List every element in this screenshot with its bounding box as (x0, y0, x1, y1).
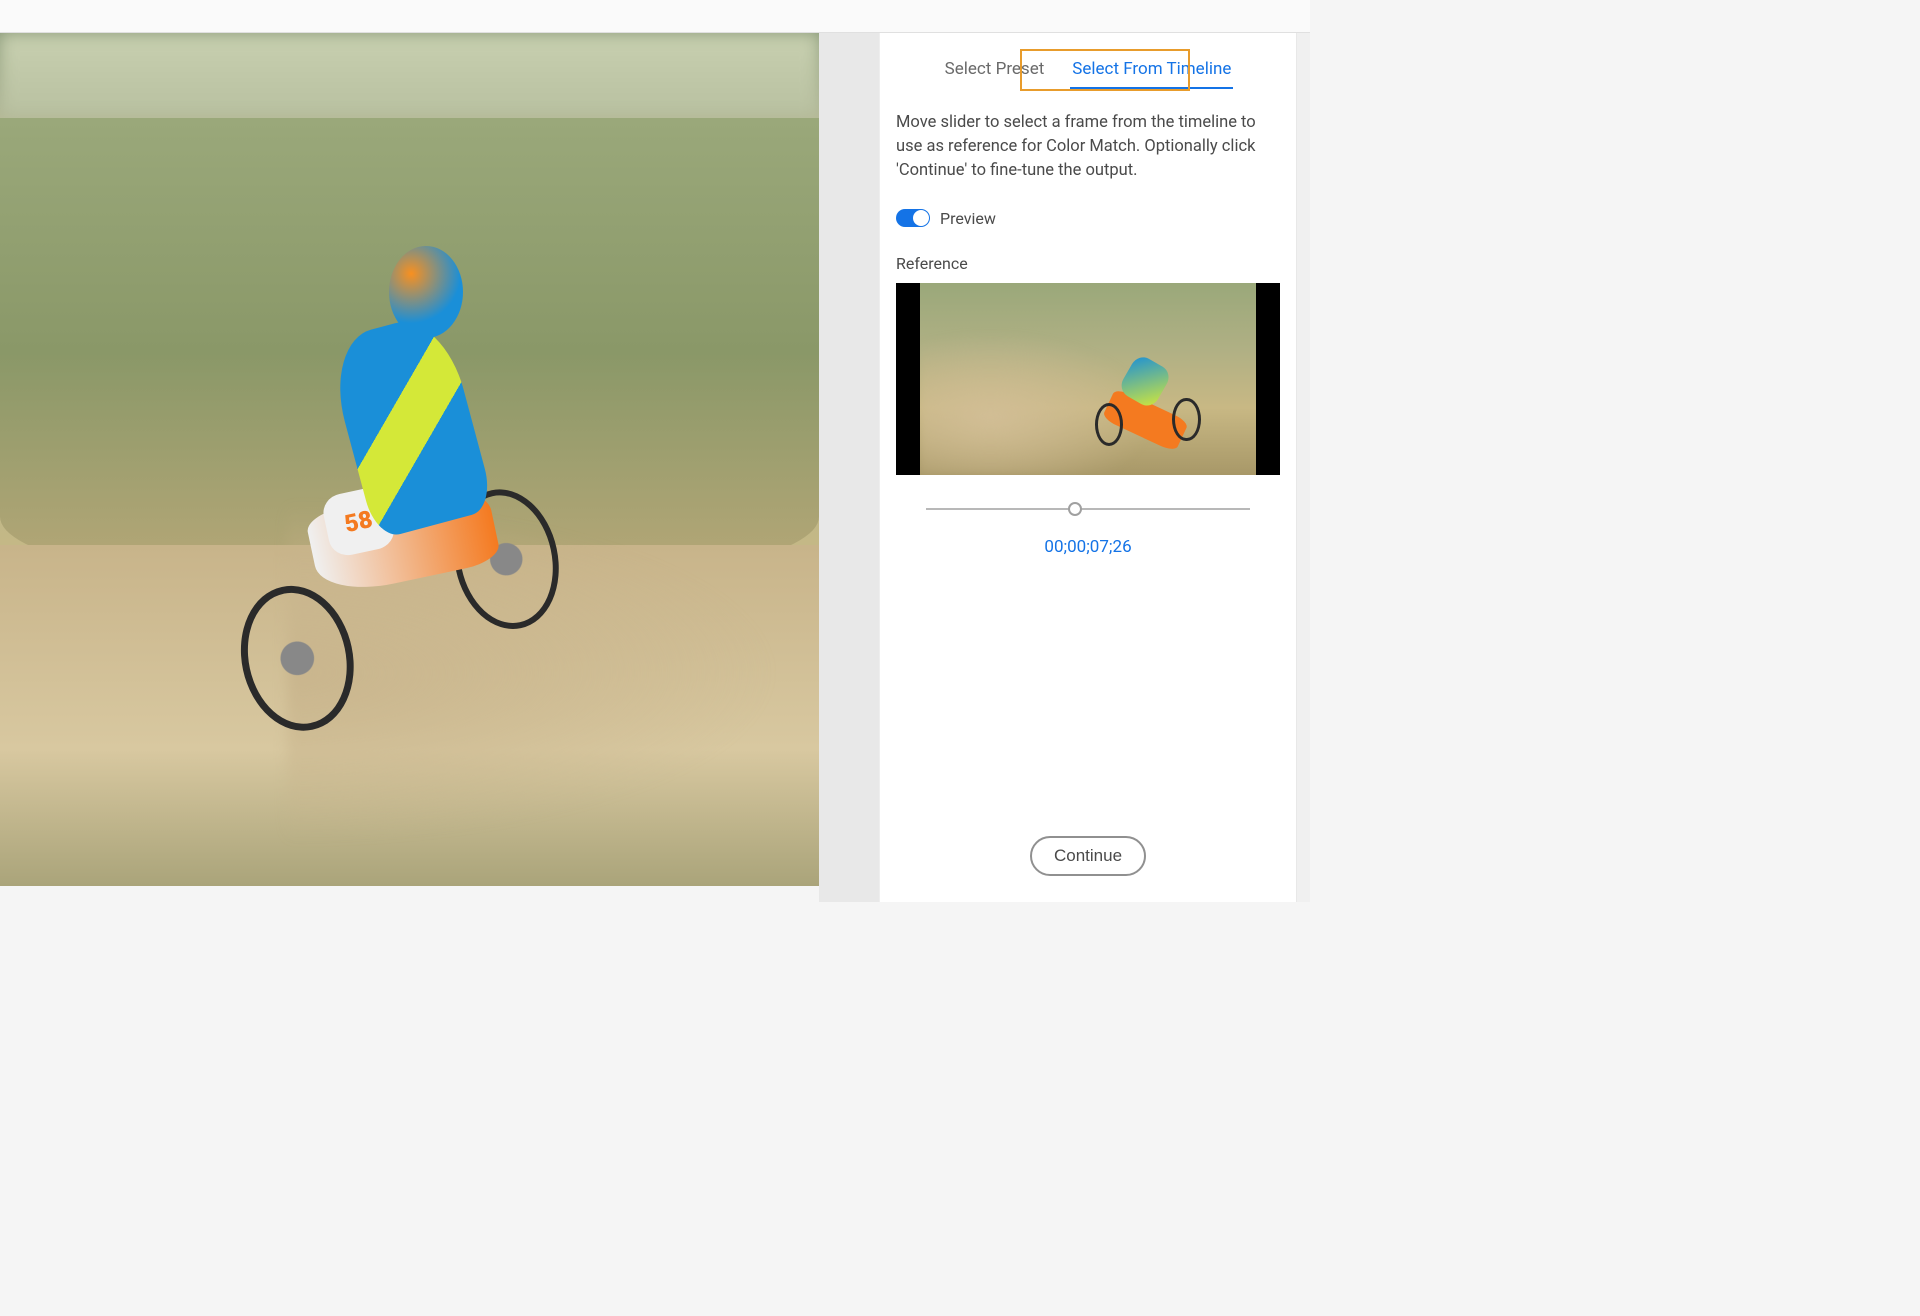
gutter (819, 33, 879, 902)
reference-label: Reference (896, 254, 1280, 273)
letterbox-bar (896, 283, 920, 475)
scene-rider (1095, 350, 1196, 446)
instruction-text: Move slider to select a frame from the t… (896, 111, 1280, 183)
color-match-panel: Select Preset Select From Timeline Move … (879, 33, 1296, 902)
thumbnail-image (920, 283, 1256, 475)
preview-toggle-label: Preview (940, 209, 996, 228)
preview-image: 58 (0, 33, 819, 886)
tab-select-from-timeline[interactable]: Select From Timeline (1070, 53, 1233, 89)
scene-background (0, 33, 819, 118)
slider-handle[interactable] (1068, 502, 1082, 516)
continue-button[interactable]: Continue (1030, 836, 1146, 876)
wheel-icon (1095, 403, 1123, 446)
wheel-icon (1172, 398, 1200, 441)
reference-thumbnail (896, 283, 1280, 475)
scene-rider: 58 (205, 246, 615, 758)
slider-track (926, 508, 1250, 510)
scrollbar[interactable] (1296, 33, 1310, 902)
tabs-container: Select Preset Select From Timeline (880, 33, 1296, 93)
timeline-slider[interactable] (926, 499, 1250, 519)
main-preview-area: 58 (0, 33, 819, 886)
preview-toggle-row: Preview (896, 209, 1280, 228)
preview-toggle[interactable] (896, 209, 930, 227)
toggle-knob-icon (913, 210, 929, 226)
timecode-display: 00;00;07;26 (896, 537, 1280, 557)
main-container: 58 Select Preset Select From Timeline Mo… (0, 33, 1310, 902)
wheel-icon (228, 576, 367, 742)
tab-select-preset[interactable]: Select Preset (943, 53, 1047, 89)
tabs: Select Preset Select From Timeline (880, 33, 1296, 89)
panel-body: Move slider to select a frame from the t… (880, 93, 1296, 902)
rider-helmet (389, 246, 463, 338)
letterbox-bar (1256, 283, 1280, 475)
top-toolbar (0, 0, 1310, 33)
button-row: Continue (896, 836, 1280, 902)
